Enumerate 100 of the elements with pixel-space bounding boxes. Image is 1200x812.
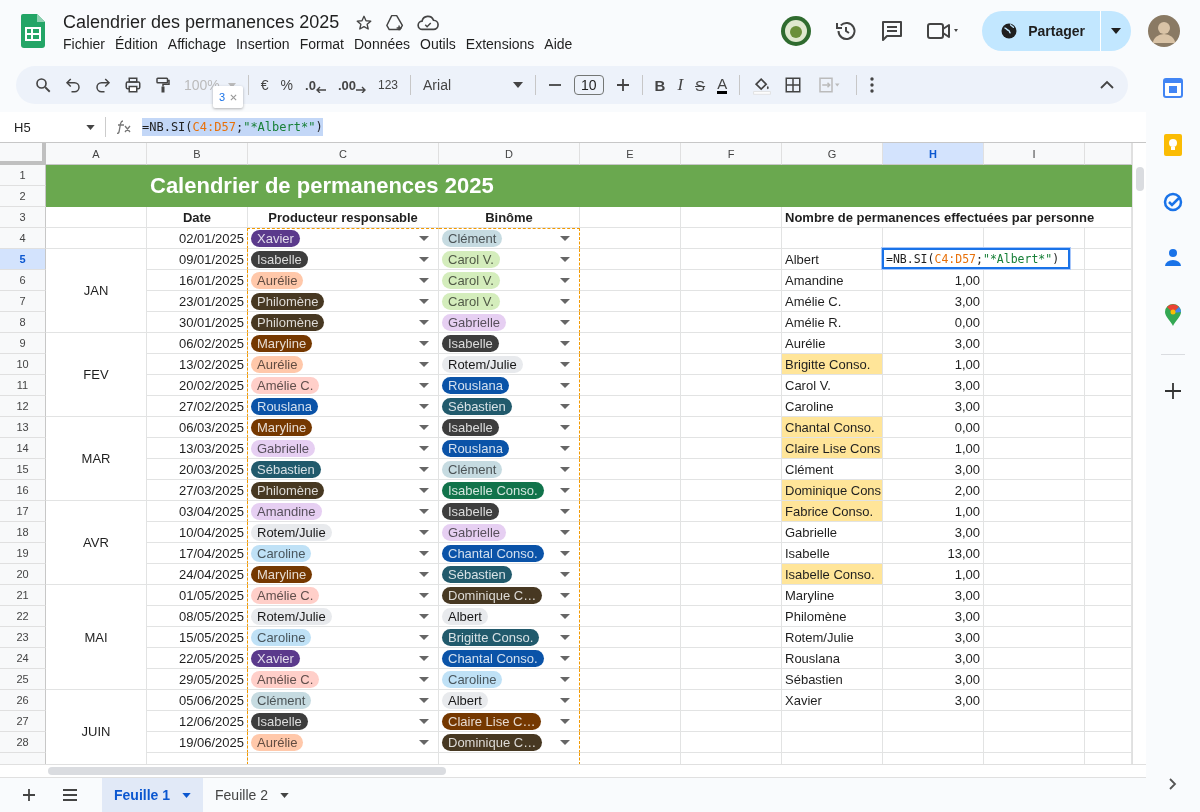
dropdown-cell[interactable]: Gabrielle bbox=[439, 522, 580, 543]
dropdown-cell[interactable]: Aurélie bbox=[247, 270, 439, 291]
row-header[interactable]: 21 bbox=[0, 585, 46, 606]
dropdown-arrow-icon[interactable] bbox=[560, 487, 570, 493]
dropdown-cell[interactable]: Sébastien bbox=[439, 564, 580, 585]
menu-item[interactable]: Aide bbox=[544, 36, 583, 52]
plus-icon[interactable] bbox=[615, 78, 630, 92]
dropdown-arrow-icon[interactable] bbox=[560, 697, 570, 703]
name-chip[interactable]: Aurélie bbox=[251, 733, 304, 751]
dropdown-cell[interactable]: Albert bbox=[439, 690, 580, 711]
name-chip[interactable]: Xavier bbox=[251, 649, 300, 667]
menu-item[interactable]: Outils bbox=[420, 36, 466, 52]
menu-item[interactable]: Insertion bbox=[235, 36, 300, 52]
dropdown-cell[interactable]: Maryline bbox=[247, 417, 439, 438]
dropdown-cell[interactable]: Rouslana bbox=[439, 438, 580, 459]
row-header[interactable]: 4 bbox=[0, 228, 46, 249]
cell-editor[interactable]: =NB.SI(C4:D57;"*Albert*") bbox=[882, 248, 1070, 269]
name-chip[interactable]: Caroline bbox=[251, 544, 312, 562]
chevron-right-icon[interactable] bbox=[1169, 778, 1177, 790]
dropdown-arrow-icon[interactable] bbox=[419, 236, 429, 241]
dropdown-cell[interactable]: Maryline bbox=[247, 333, 439, 354]
name-chip[interactable]: Isabelle Conso. bbox=[442, 481, 544, 499]
row-header[interactable]: 16 bbox=[0, 480, 46, 501]
menu-item[interactable]: Affichage bbox=[167, 36, 236, 52]
name-chip[interactable]: Isabelle bbox=[251, 250, 308, 268]
dropdown-arrow-icon[interactable] bbox=[419, 571, 429, 577]
dropdown-arrow-icon[interactable] bbox=[419, 613, 429, 619]
scrollbar-thumb[interactable] bbox=[1136, 167, 1144, 191]
dropdown-arrow-icon[interactable] bbox=[560, 256, 570, 262]
row-header[interactable]: 18 bbox=[0, 522, 46, 543]
horizontal-scrollbar[interactable] bbox=[0, 764, 1146, 777]
dropdown-cell[interactable]: Caroline bbox=[439, 669, 580, 690]
dropdown-cell[interactable]: Xavier bbox=[247, 228, 439, 249]
undo-icon[interactable] bbox=[64, 76, 82, 94]
dropdown-arrow-icon[interactable] bbox=[560, 298, 570, 304]
vertical-scrollbar[interactable] bbox=[1132, 143, 1146, 764]
scrollbar-thumb[interactable] bbox=[48, 767, 446, 775]
dropdown-arrow-icon[interactable] bbox=[560, 277, 570, 283]
name-chip[interactable]: Rotem/Julie bbox=[251, 607, 332, 625]
dropdown-arrow-icon[interactable] bbox=[419, 445, 429, 451]
dropdown-arrow-icon[interactable] bbox=[560, 382, 570, 388]
dropdown-cell[interactable]: Philomène bbox=[247, 480, 439, 501]
name-chip[interactable]: Claire Lise C… bbox=[442, 712, 542, 730]
dropdown-cell[interactable]: Rotem/Julie bbox=[247, 606, 439, 627]
sheet-tab[interactable]: Feuille 2 bbox=[203, 778, 301, 812]
name-chip[interactable]: Carol V. bbox=[442, 271, 500, 289]
row-header[interactable]: 6 bbox=[0, 270, 46, 291]
row-header[interactable]: 25 bbox=[0, 669, 46, 690]
dropdown-arrow-icon[interactable] bbox=[560, 445, 570, 451]
name-chip[interactable]: Gabrielle bbox=[442, 313, 507, 331]
name-chip[interactable]: Rouslana bbox=[442, 439, 509, 457]
percent-button[interactable]: % bbox=[280, 77, 294, 93]
name-chip[interactable]: Rotem/Julie bbox=[442, 355, 523, 373]
row-header[interactable]: 13 bbox=[0, 417, 46, 438]
avatar-icon[interactable] bbox=[780, 15, 813, 47]
dropdown-cell[interactable]: Clément bbox=[247, 690, 439, 711]
row-header[interactable]: 22 bbox=[0, 606, 46, 627]
row-header[interactable]: 1 bbox=[0, 165, 46, 186]
dropdown-cell[interactable]: Chantal Conso. bbox=[439, 648, 580, 669]
cloud-check-icon[interactable] bbox=[417, 13, 440, 32]
dropdown-cell[interactable]: Dominique C… bbox=[439, 585, 580, 606]
dropdown-arrow-icon[interactable] bbox=[419, 508, 429, 514]
dropdown-cell[interactable]: Brigitte Conso. bbox=[439, 627, 580, 648]
row-header[interactable]: 12 bbox=[0, 396, 46, 417]
avatar-icon[interactable] bbox=[1148, 15, 1180, 47]
dropdown-arrow-icon[interactable] bbox=[419, 277, 429, 283]
row-header[interactable]: 7 bbox=[0, 291, 46, 312]
column-header[interactable]: I bbox=[984, 143, 1085, 165]
name-chip[interactable]: Amandine bbox=[251, 502, 322, 520]
row-header[interactable]: 3 bbox=[0, 207, 46, 228]
dropdown-cell[interactable]: Isabelle bbox=[439, 501, 580, 522]
dropdown-arrow-icon[interactable] bbox=[560, 319, 570, 325]
dropdown-arrow-icon[interactable] bbox=[419, 697, 429, 703]
name-chip[interactable]: Caroline bbox=[442, 670, 503, 688]
dropdown-cell[interactable]: Rotem/Julie bbox=[247, 522, 439, 543]
dropdown-arrow-icon[interactable] bbox=[419, 655, 429, 661]
dropdown-arrow-icon[interactable] bbox=[560, 403, 570, 409]
dropdown-cell[interactable]: Amélie C. bbox=[247, 585, 439, 606]
name-chip[interactable]: Sébastien bbox=[251, 460, 321, 478]
column-header[interactable]: A bbox=[46, 143, 147, 165]
paint-format-icon[interactable] bbox=[154, 76, 172, 94]
name-chip[interactable]: Isabelle bbox=[442, 334, 499, 352]
plus-icon[interactable] bbox=[1165, 383, 1181, 399]
dropdown-cell[interactable]: Sébastien bbox=[439, 396, 580, 417]
dropdown-cell[interactable]: Isabelle bbox=[439, 417, 580, 438]
column-header[interactable]: B bbox=[147, 143, 248, 165]
dropdown-arrow-icon[interactable] bbox=[419, 319, 429, 325]
dropdown-arrow-icon[interactable] bbox=[419, 676, 429, 682]
column-header[interactable]: C bbox=[248, 143, 439, 165]
dropdown-arrow-icon[interactable] bbox=[560, 466, 570, 472]
dropdown-cell[interactable]: Amélie C. bbox=[247, 375, 439, 396]
calendar-icon[interactable] bbox=[1163, 78, 1183, 98]
row-header[interactable]: 24 bbox=[0, 648, 46, 669]
name-chip[interactable]: Philomène bbox=[251, 292, 325, 310]
close-icon[interactable] bbox=[230, 93, 238, 101]
tasks-icon[interactable] bbox=[1163, 192, 1183, 212]
dropdown-cell[interactable]: Clément bbox=[439, 228, 580, 249]
name-chip[interactable]: Carol V. bbox=[442, 292, 500, 310]
name-chip[interactable]: Philomène bbox=[251, 313, 325, 331]
row-header[interactable]: 20 bbox=[0, 564, 46, 585]
